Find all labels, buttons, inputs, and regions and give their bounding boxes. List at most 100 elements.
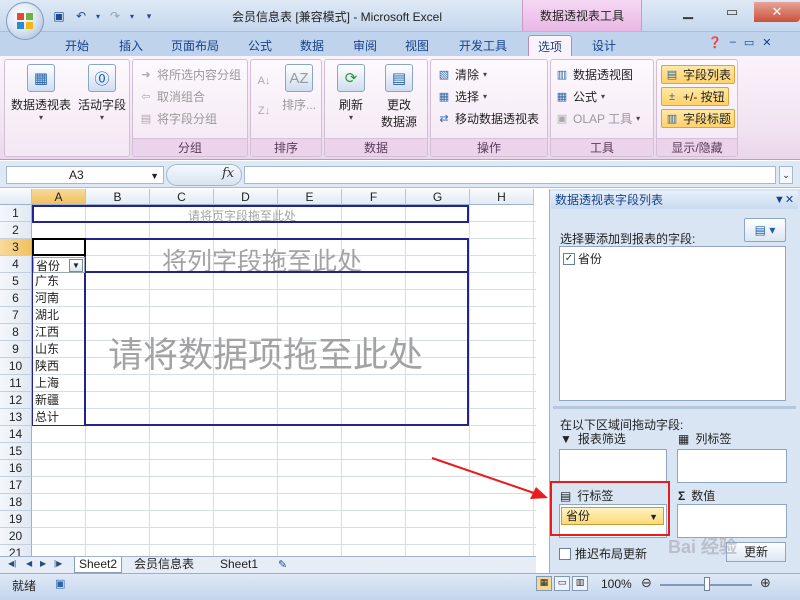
- row-header-10[interactable]: 10: [0, 358, 32, 375]
- row-item-cell[interactable]: 上海: [33, 375, 59, 391]
- row-header-8[interactable]: 8: [0, 324, 32, 341]
- row-header-13[interactable]: 13: [0, 409, 32, 426]
- row-header-17[interactable]: 17: [0, 477, 32, 494]
- field-headers-toggle[interactable]: ▥ 字段标题: [661, 109, 736, 128]
- page-layout-view-icon[interactable]: ▭: [554, 576, 570, 591]
- row-header-5[interactable]: 5: [0, 273, 32, 290]
- column-header-g[interactable]: G: [406, 189, 470, 205]
- ribbon-minimize-icon[interactable]: –: [730, 36, 736, 49]
- pivot-chart-button[interactable]: ▥ 数据透视图: [555, 66, 633, 83]
- column-header-c[interactable]: C: [150, 189, 214, 205]
- row-header-6[interactable]: 6: [0, 290, 32, 307]
- minimize-icon[interactable]: ▁: [666, 2, 710, 22]
- defer-update-option[interactable]: 推迟布局更新: [559, 545, 647, 562]
- column-header-f[interactable]: F: [342, 189, 406, 205]
- chevron-down-icon[interactable]: ▼: [150, 168, 159, 184]
- maximize-icon[interactable]: ▭: [710, 2, 754, 22]
- tab-formulas[interactable]: 公式: [242, 35, 278, 56]
- row-field-header-cell[interactable]: 省份 ▼: [33, 257, 85, 273]
- normal-view-icon[interactable]: ▦: [536, 576, 552, 591]
- undo-icon[interactable]: ↶: [72, 7, 90, 25]
- row-header-3[interactable]: 3: [0, 239, 32, 256]
- clear-button[interactable]: ▧ 清除 ▾: [437, 66, 487, 83]
- tab-view[interactable]: 视图: [398, 35, 436, 56]
- row-header-18[interactable]: 18: [0, 494, 32, 511]
- pane-splitter[interactable]: [553, 406, 796, 409]
- tab-design[interactable]: 设计: [584, 35, 624, 56]
- row-item-cell[interactable]: 新疆: [33, 392, 59, 408]
- column-header-b[interactable]: B: [86, 189, 150, 205]
- row-header-11[interactable]: 11: [0, 375, 32, 392]
- row-item-cell[interactable]: 河南: [33, 290, 59, 306]
- report-filter-area[interactable]: [559, 449, 667, 483]
- ungroup-button[interactable]: ⇦ 取消组合: [139, 88, 205, 105]
- sort-asc-button[interactable]: A↓: [257, 74, 271, 88]
- formula-expand-icon[interactable]: ⌄: [779, 166, 793, 184]
- row-item-cell[interactable]: 广东: [33, 273, 59, 289]
- last-sheet-icon[interactable]: |▶: [54, 559, 62, 568]
- row-item-cell[interactable]: 山东: [33, 341, 59, 357]
- ribbon-restore-icon[interactable]: ▭: [744, 36, 754, 49]
- save-icon[interactable]: ▣: [50, 7, 68, 25]
- column-field-drop-area[interactable]: 将列字段拖至此处: [84, 238, 469, 276]
- column-header-e[interactable]: E: [278, 189, 342, 205]
- row-header-1[interactable]: 1: [0, 205, 32, 222]
- page-field-drop-area[interactable]: 请将页字段拖至此处: [32, 205, 469, 223]
- row-header-19[interactable]: 19: [0, 511, 32, 528]
- close-icon[interactable]: ✕: [754, 2, 800, 22]
- row-header-20[interactable]: 20: [0, 528, 32, 545]
- select-button[interactable]: ▦ 选择 ▾: [437, 88, 487, 105]
- row-header-21[interactable]: 21: [0, 545, 32, 556]
- page-break-view-icon[interactable]: ▥: [572, 576, 588, 591]
- field-item-province[interactable]: ✓ 省份: [563, 250, 602, 267]
- pane-layout-button[interactable]: ▤ ▾: [744, 218, 786, 242]
- zoom-in-icon[interactable]: ⊕: [760, 575, 771, 591]
- prev-sheet-icon[interactable]: ◀: [26, 559, 32, 568]
- tab-data[interactable]: 数据: [293, 35, 331, 56]
- filter-dropdown-icon[interactable]: ▼: [69, 259, 83, 272]
- formulas-button[interactable]: ▦ 公式 ▾: [555, 88, 605, 105]
- data-field-drop-area[interactable]: 请将数据项拖至此处: [84, 271, 469, 426]
- olap-tools-button[interactable]: ▣ OLAP 工具 ▾: [555, 110, 640, 127]
- row-item-cell[interactable]: 陕西: [33, 358, 59, 374]
- formula-input[interactable]: [244, 166, 776, 184]
- customize-qat-icon[interactable]: ▾: [140, 7, 158, 25]
- group-field-button[interactable]: ▤ 将字段分组: [139, 110, 217, 127]
- tab-developer[interactable]: 开发工具: [452, 35, 514, 56]
- row-header-2[interactable]: 2: [0, 222, 32, 239]
- column-labels-area[interactable]: [677, 449, 787, 483]
- pivot-table-button[interactable]: ▦ 数据透视表 ▾: [9, 64, 73, 122]
- grand-total-cell[interactable]: 总计: [33, 409, 59, 425]
- sheet-tab-sheet1[interactable]: Sheet1: [216, 557, 262, 573]
- sheet-tab-sheet2[interactable]: Sheet2: [74, 557, 123, 573]
- group-selection-button[interactable]: ➜ 将所选内容分组: [139, 66, 241, 83]
- defer-checkbox[interactable]: [559, 547, 571, 560]
- insert-sheet-icon[interactable]: ✎: [278, 558, 287, 571]
- row-header-9[interactable]: 9: [0, 341, 32, 358]
- column-header-a[interactable]: A: [32, 189, 86, 205]
- field-list-toggle[interactable]: ▤ 字段列表: [661, 65, 736, 84]
- move-pivot-button[interactable]: ⇄ 移动数据透视表: [437, 110, 539, 127]
- pane-close-icon[interactable]: ▼✕: [774, 191, 794, 209]
- change-source-button[interactable]: ▤ 更改 数据源: [373, 64, 425, 130]
- row-header-7[interactable]: 7: [0, 307, 32, 324]
- active-cell-a3[interactable]: [32, 238, 86, 256]
- undo-dropdown-icon[interactable]: ▾: [94, 7, 102, 25]
- row-header-4[interactable]: 4: [0, 256, 32, 273]
- name-box[interactable]: A3 ▼: [6, 166, 164, 184]
- tab-home[interactable]: 开始: [58, 35, 96, 56]
- next-sheet-icon[interactable]: ▶: [40, 559, 46, 568]
- row-header-15[interactable]: 15: [0, 443, 32, 460]
- field-checkbox[interactable]: ✓: [563, 252, 575, 265]
- refresh-button[interactable]: ⟳ 刷新 ▾: [329, 64, 373, 122]
- zoom-level[interactable]: 100%: [601, 577, 632, 591]
- row-header-14[interactable]: 14: [0, 426, 32, 443]
- buttons-toggle[interactable]: ± +/- 按钮: [661, 87, 729, 106]
- row-item-cell[interactable]: 江西: [33, 324, 59, 340]
- row-item-cell[interactable]: 湖北: [33, 307, 59, 323]
- tab-page-layout[interactable]: 页面布局: [164, 35, 226, 56]
- field-list-box[interactable]: [559, 246, 786, 401]
- redo-dropdown-icon[interactable]: ▾: [128, 7, 136, 25]
- ribbon-close-icon[interactable]: ✕: [762, 36, 771, 49]
- active-field-button[interactable]: ⓪ 活动字段 ▾: [75, 64, 129, 122]
